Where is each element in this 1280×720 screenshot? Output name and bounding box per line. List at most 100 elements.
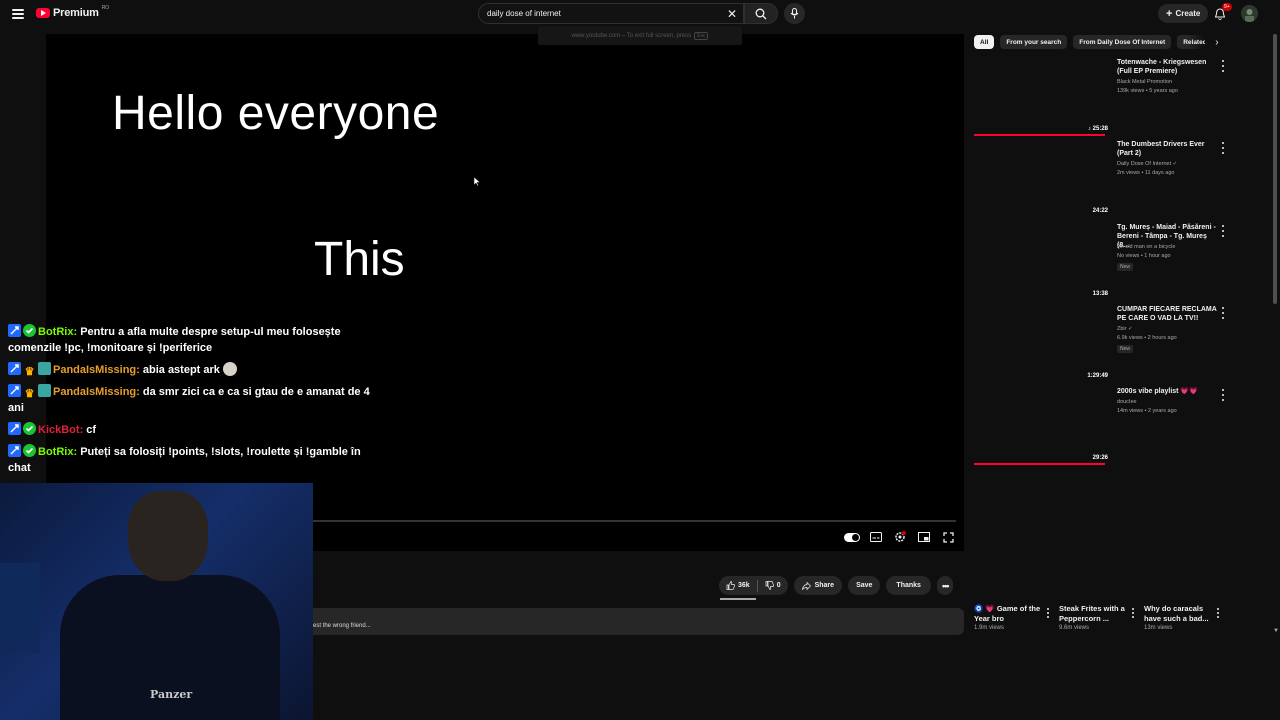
more-vertical-icon[interactable] bbox=[1220, 60, 1226, 72]
grid-badge-icon bbox=[38, 362, 51, 375]
recommended-video[interactable]: 1:29:49 CUMPAR FIECARE RECLAMA PE CARE O … bbox=[974, 305, 1234, 385]
search-icon bbox=[755, 8, 767, 19]
short-views: 1.9m views bbox=[974, 625, 1005, 631]
create-label: Create bbox=[1175, 9, 1201, 18]
filter-chip[interactable]: Related bbox=[1177, 35, 1206, 49]
plus-icon: + bbox=[1166, 7, 1173, 20]
thanks-label: Thanks bbox=[896, 582, 921, 589]
share-label: Share bbox=[814, 582, 835, 589]
chat-username[interactable]: PandaIsMissing bbox=[53, 386, 136, 398]
thanks-button[interactable]: Thanks bbox=[886, 576, 931, 595]
channel-name[interactable]: Daily Dose Of Internet ✓ bbox=[1117, 161, 1177, 167]
recommended-video[interactable]: ♪ 25:28 Totenwache - Kriegswesen (Full EP… bbox=[974, 58, 1234, 138]
create-button[interactable]: + Create bbox=[1158, 4, 1209, 23]
share-icon bbox=[801, 581, 811, 590]
video-caption-line-2: This bbox=[314, 233, 405, 286]
chat-username[interactable]: BotRix bbox=[38, 326, 73, 338]
more-horizontal-icon: ••• bbox=[941, 580, 950, 591]
scroll-down-icon[interactable]: ▼ bbox=[1273, 628, 1279, 634]
chat-username[interactable]: BotRix bbox=[38, 446, 73, 458]
more-vertical-icon[interactable] bbox=[1220, 389, 1226, 401]
video-thumbnail[interactable]: 29:26 bbox=[974, 387, 1112, 465]
verified-icon: ✓ bbox=[1171, 161, 1178, 167]
filter-chip[interactable]: All bbox=[974, 35, 995, 49]
more-vertical-icon[interactable] bbox=[1220, 225, 1226, 237]
video-title[interactable]: CUMPAR FIECARE RECLAMA PE CARE O VAD LA … bbox=[1117, 305, 1217, 323]
menu-icon[interactable] bbox=[10, 7, 26, 21]
account-avatar[interactable] bbox=[1241, 5, 1258, 22]
video-title[interactable]: Totenwache - Kriegswesen (Full EP Premie… bbox=[1117, 58, 1217, 76]
description-box[interactable]: est the wrong friend... bbox=[313, 608, 964, 635]
video-title[interactable]: The Dumbest Drivers Ever (Part 2) bbox=[1117, 140, 1217, 158]
short-item[interactable]: Why do caracals have such a bad... 13m vi… bbox=[1144, 604, 1224, 631]
page-scrollbar[interactable] bbox=[1273, 34, 1277, 304]
crown-badge-icon: ♛ bbox=[24, 388, 35, 400]
filter-chip[interactable]: From Daily Dose Of Internet bbox=[1073, 35, 1172, 49]
autoplay-toggle[interactable] bbox=[844, 529, 860, 545]
pin-badge-icon bbox=[8, 324, 21, 337]
short-title[interactable]: Why do caracals have such a bad... bbox=[1144, 604, 1212, 624]
chat-separator: : bbox=[136, 364, 143, 376]
video-duration: 13:38 bbox=[1092, 291, 1108, 297]
channel-name[interactable]: An old man on a bicycle bbox=[1117, 244, 1175, 250]
youtube-premium-logo[interactable]: Premium RO bbox=[36, 5, 109, 19]
more-vertical-icon[interactable] bbox=[1220, 142, 1226, 154]
clear-search-icon[interactable]: ✕ bbox=[725, 7, 739, 21]
miniplayer-button[interactable] bbox=[916, 529, 932, 545]
like-dislike-group: 36k 0 bbox=[719, 576, 788, 595]
chevron-right-icon[interactable]: › bbox=[1215, 37, 1218, 48]
short-title[interactable]: 🧿 💗 Game of the Year bro bbox=[974, 604, 1042, 624]
subtitles-button[interactable] bbox=[868, 529, 884, 545]
recommended-video[interactable]: 13:38 Tg. Mureș - Maiad - Păsăreni - Bere… bbox=[974, 223, 1234, 303]
more-vertical-icon[interactable] bbox=[1216, 608, 1220, 618]
thumbs-down-icon bbox=[765, 581, 774, 590]
video-duration: 24:22 bbox=[1092, 208, 1108, 214]
video-thumbnail[interactable]: 1:29:49 bbox=[974, 305, 1112, 383]
fullscreen-notice-text: www.youtube.com – To exit full screen, p… bbox=[571, 32, 692, 39]
microphone-icon bbox=[790, 8, 799, 19]
chat-username[interactable]: KickBot bbox=[38, 424, 80, 436]
verify-badge-icon bbox=[23, 444, 36, 457]
short-item[interactable]: Steak Frites with a Peppercorn ... 9.6m v… bbox=[1059, 604, 1139, 631]
filter-chip[interactable]: From your search bbox=[1000, 35, 1068, 49]
video-meta: 14m views • 2 years ago bbox=[1117, 408, 1177, 414]
mouse-cursor-icon bbox=[474, 177, 481, 187]
more-vertical-icon[interactable] bbox=[1131, 608, 1135, 618]
video-thumbnail[interactable]: 13:38 bbox=[974, 223, 1112, 301]
video-thumbnail[interactable]: 24:22 bbox=[974, 140, 1112, 218]
save-button[interactable]: Save bbox=[848, 576, 881, 595]
crown-badge-icon: ♛ bbox=[24, 366, 35, 378]
channel-name[interactable]: doucIee bbox=[1117, 399, 1137, 405]
watched-progress-bar bbox=[974, 134, 1106, 136]
voice-search-button[interactable] bbox=[784, 3, 805, 24]
more-vertical-icon[interactable] bbox=[1046, 608, 1050, 618]
top-bar: Premium RO ✕ + Create 9+ bbox=[0, 0, 1280, 28]
settings-button[interactable] bbox=[892, 529, 908, 545]
player-controls bbox=[844, 529, 956, 545]
logo-text: Premium bbox=[53, 7, 99, 19]
short-item[interactable]: 🧿 💗 Game of the Year bro 1.9m views bbox=[974, 604, 1054, 631]
channel-name[interactable]: Black Metal Promotion bbox=[1117, 79, 1172, 85]
exit-fullscreen-button[interactable] bbox=[940, 529, 956, 545]
like-button[interactable]: 36k bbox=[719, 581, 757, 590]
video-meta: 139k views • 5 years ago bbox=[1117, 88, 1178, 94]
channel-name[interactable]: Zbir ✓ bbox=[1117, 326, 1133, 332]
short-title[interactable]: Steak Frites with a Peppercorn ... bbox=[1059, 604, 1127, 624]
chat-username[interactable]: PandaIsMissing bbox=[53, 364, 136, 376]
recommended-video[interactable]: 24:22 The Dumbest Drivers Ever (Part 2) Da… bbox=[974, 140, 1234, 220]
search-button[interactable] bbox=[744, 3, 778, 24]
more-actions-button[interactable]: ••• bbox=[936, 576, 954, 595]
more-vertical-icon[interactable] bbox=[1220, 307, 1226, 319]
channel-name-text: An old man on a bicycle bbox=[1117, 244, 1176, 250]
video-meta: 6.9k views • 2 hours ago bbox=[1117, 335, 1177, 341]
search-box[interactable]: ✕ bbox=[478, 3, 744, 24]
video-thumbnail[interactable]: ♪ 25:28 bbox=[974, 58, 1112, 136]
search-input[interactable] bbox=[487, 9, 717, 18]
video-title[interactable]: 2000s vibe playlist 💗💗 bbox=[1117, 387, 1217, 396]
video-duration: 1:29:49 bbox=[1087, 373, 1108, 379]
dislike-button[interactable]: 0 bbox=[758, 581, 788, 590]
recommended-video[interactable]: 29:26 2000s vibe playlist 💗💗 doucIee 14m vi… bbox=[974, 387, 1234, 467]
notification-count-badge: 9+ bbox=[1222, 3, 1232, 11]
video-caption-line-1: Hello everyone bbox=[112, 87, 440, 140]
share-button[interactable]: Share bbox=[793, 576, 843, 595]
